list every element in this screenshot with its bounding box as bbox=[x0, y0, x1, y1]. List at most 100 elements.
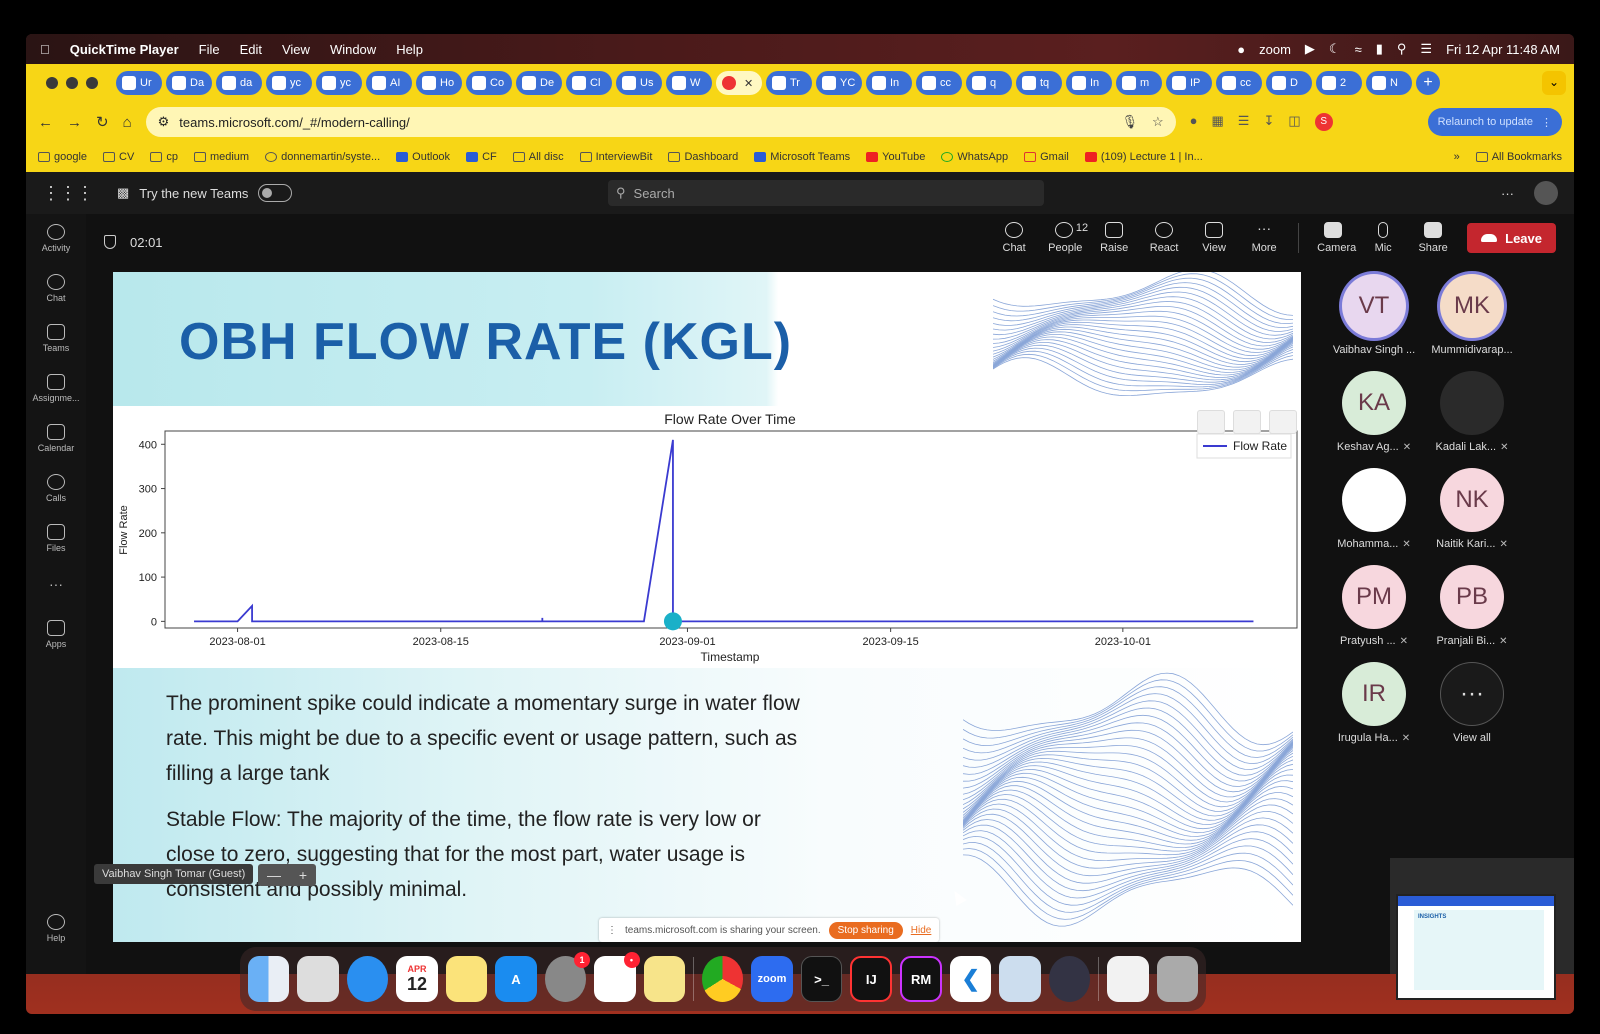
more-button[interactable]: ··· More bbox=[1248, 221, 1280, 254]
menubar-app-name[interactable]: QuickTime Player bbox=[70, 42, 179, 57]
rail-calls[interactable]: Calls bbox=[26, 474, 86, 503]
moon-icon[interactable]: ☾ bbox=[1329, 41, 1341, 57]
reload-icon[interactable]: ↻ bbox=[96, 113, 109, 131]
zoom-in-button[interactable]: + bbox=[299, 867, 307, 883]
camera-button[interactable]: Camera bbox=[1317, 222, 1356, 254]
forward-arrow-icon[interactable]: → bbox=[67, 114, 82, 131]
browser-tab[interactable]: In bbox=[866, 71, 912, 95]
participant-tile[interactable]: ··· View all bbox=[1422, 662, 1522, 744]
terminal-icon[interactable]: >_ bbox=[800, 956, 843, 1002]
rail-files[interactable]: Files bbox=[26, 524, 86, 553]
rubymine-icon[interactable]: RM bbox=[900, 956, 942, 1002]
browser-tab[interactable]: tq bbox=[1016, 71, 1062, 95]
zoom-app-icon[interactable]: zoom bbox=[751, 956, 793, 1002]
participant-tile[interactable]: MK Mummidivarap... bbox=[1422, 274, 1522, 356]
safari-icon[interactable] bbox=[346, 956, 389, 1002]
app-launcher-icon[interactable]: ⋮⋮⋮ bbox=[42, 183, 94, 204]
launchpad-icon[interactable] bbox=[297, 956, 339, 1002]
bookmark-google[interactable]: google bbox=[38, 151, 87, 163]
bookmark-gmail[interactable]: Gmail bbox=[1024, 151, 1069, 163]
browser-tab[interactable]: m bbox=[1116, 71, 1162, 95]
battery-icon[interactable]: ▮ bbox=[1376, 41, 1383, 57]
minimize-window-icon[interactable] bbox=[66, 77, 78, 89]
browser-tab[interactable]: yc bbox=[316, 71, 362, 95]
menubar-datetime[interactable]: Fri 12 Apr 11:48 AM bbox=[1446, 42, 1560, 57]
bar-chart-icon[interactable] bbox=[1233, 410, 1261, 434]
bookmark-cf[interactable]: CF bbox=[466, 151, 497, 163]
bookmark-github[interactable]: donnemartin/syste... bbox=[265, 151, 380, 163]
rail-apps[interactable]: Apps bbox=[26, 620, 86, 649]
site-info-icon[interactable]: ⚙ bbox=[158, 114, 170, 130]
zoom-out-button[interactable]: — bbox=[267, 867, 281, 883]
share-button[interactable]: Share bbox=[1417, 222, 1449, 254]
menu-view[interactable]: View bbox=[282, 42, 310, 57]
participant-tile[interactable]: Mohamma... ✕ bbox=[1324, 468, 1424, 550]
browser-tab[interactable]: ✕ bbox=[716, 71, 762, 95]
bookmark-interviewbit[interactable]: InterviewBit bbox=[579, 151, 652, 163]
reading-list-icon[interactable]: ☰ bbox=[1238, 113, 1250, 131]
address-url[interactable]: teams.microsoft.com/_#/modern-calling/ bbox=[179, 115, 409, 130]
apple-icon[interactable]:  bbox=[40, 42, 50, 57]
browser-tab[interactable]: Ho bbox=[416, 71, 462, 95]
bookmark-cp[interactable]: cp bbox=[150, 151, 178, 163]
stickies-icon[interactable] bbox=[643, 956, 685, 1002]
menu-window[interactable]: Window bbox=[330, 42, 376, 57]
maximize-window-icon[interactable] bbox=[86, 77, 98, 89]
browser-tab[interactable]: cc bbox=[1216, 71, 1262, 95]
people-button[interactable]: 12 People bbox=[1048, 222, 1088, 254]
slack-icon[interactable]: • bbox=[594, 952, 640, 1002]
browser-tab[interactable]: Da bbox=[166, 71, 212, 95]
chat-button[interactable]: Chat bbox=[998, 222, 1030, 254]
all-bookmarks[interactable]: All Bookmarks bbox=[1475, 151, 1562, 163]
participant-tile[interactable]: IR Irugula Ha... ✕ bbox=[1324, 662, 1424, 744]
menu-edit[interactable]: Edit bbox=[240, 42, 262, 57]
close-window-icon[interactable] bbox=[46, 77, 58, 89]
browser-tab[interactable]: D bbox=[1266, 71, 1312, 95]
browser-tab[interactable]: yc bbox=[266, 71, 312, 95]
my-avatar[interactable] bbox=[1534, 181, 1558, 205]
bookmark-all-disc[interactable]: All disc bbox=[512, 151, 564, 163]
try-new-teams-toggle[interactable] bbox=[258, 184, 293, 202]
settings-more-icon[interactable]: ··· bbox=[1501, 186, 1514, 201]
participant-tile[interactable]: PM Pratyush ... ✕ bbox=[1324, 565, 1424, 647]
browser-tab[interactable]: Tr bbox=[766, 71, 812, 95]
browser-tab[interactable]: q bbox=[966, 71, 1012, 95]
browser-tab[interactable]: 2 bbox=[1316, 71, 1362, 95]
participant-tile[interactable]: NK Naitik Kari... ✕ bbox=[1422, 468, 1522, 550]
search-input[interactable]: ⚲ Search bbox=[608, 180, 1044, 206]
participant-tile[interactable]: VT Vaibhav Singh ... bbox=[1324, 274, 1424, 356]
browser-tab[interactable]: AI bbox=[366, 71, 412, 95]
rail-help[interactable]: Help bbox=[26, 914, 86, 943]
app-store-icon[interactable]: A bbox=[495, 956, 537, 1002]
record-icon[interactable]: ● bbox=[1237, 42, 1245, 57]
close-tab-icon[interactable]: ✕ bbox=[744, 77, 753, 90]
browser-tab[interactable]: Us bbox=[616, 71, 662, 95]
documents-icon[interactable] bbox=[1107, 956, 1149, 1002]
browser-tab[interactable]: N bbox=[1366, 71, 1412, 95]
copy-icon[interactable] bbox=[1197, 410, 1225, 434]
participant-tile[interactable]: KA Keshav Ag... ✕ bbox=[1324, 371, 1424, 453]
leave-button[interactable]: Leave bbox=[1467, 223, 1556, 253]
notes-icon[interactable] bbox=[445, 956, 488, 1002]
kebab-menu-icon[interactable]: ⋮ bbox=[1541, 116, 1552, 129]
browser-tab[interactable]: Cl bbox=[566, 71, 612, 95]
chrome-icon[interactable] bbox=[701, 956, 744, 1002]
rail-chat[interactable]: Chat bbox=[26, 274, 86, 303]
zoom-menubar-label[interactable]: zoom bbox=[1259, 42, 1291, 57]
raise-hand-button[interactable]: Raise bbox=[1098, 222, 1130, 254]
vscode-icon[interactable]: ❮ bbox=[950, 956, 992, 1002]
system-settings-icon[interactable]: 1 bbox=[544, 952, 591, 1002]
participant-tile[interactable]: PB Pranjali Bi... ✕ bbox=[1422, 565, 1522, 647]
play-icon[interactable]: ▶ bbox=[1305, 41, 1315, 57]
rail-activity[interactable]: Activity bbox=[26, 224, 86, 253]
browser-tab[interactable]: YC bbox=[816, 71, 862, 95]
intellij-icon[interactable]: IJ bbox=[850, 956, 893, 1002]
browser-tab[interactable]: cc bbox=[916, 71, 962, 95]
finder-icon[interactable] bbox=[248, 956, 290, 1002]
browser-tab[interactable]: W bbox=[666, 71, 712, 95]
quicktime-icon[interactable] bbox=[1048, 956, 1091, 1002]
more-bookmarks-chevron-icon[interactable]: » bbox=[1454, 151, 1460, 163]
stop-sharing-button[interactable]: Stop sharing bbox=[828, 921, 903, 939]
browser-tab[interactable]: De bbox=[516, 71, 562, 95]
view-button[interactable]: View bbox=[1198, 222, 1230, 254]
